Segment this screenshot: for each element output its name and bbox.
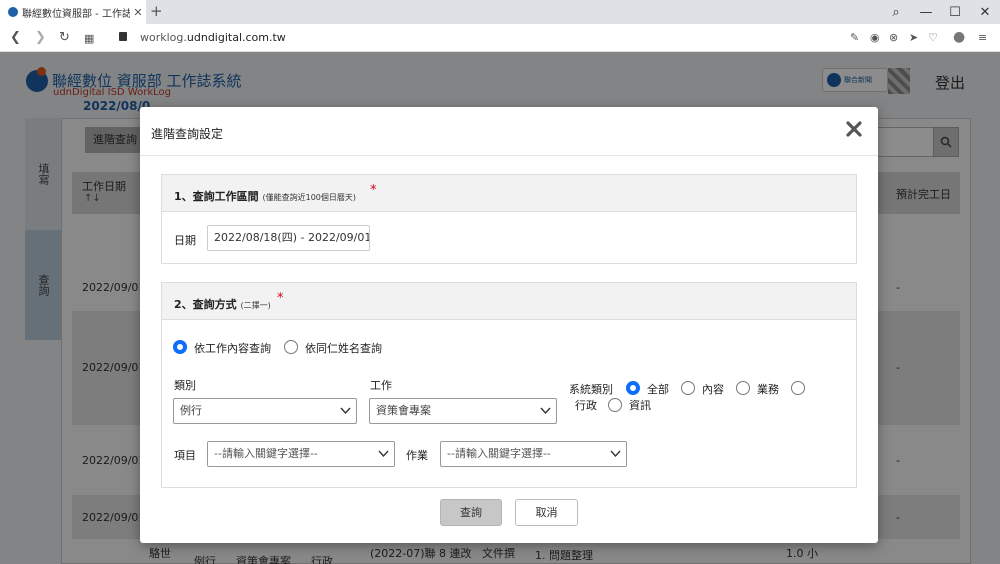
system-category-label: 系統類別 [569,383,613,396]
category-select-value: 例行 [180,404,202,417]
url-prefix: worklog. [140,31,187,44]
item-select-placeholder: --請輸入關鍵字選擇-- [214,447,318,460]
section-date-range-title: 1、查詢工作區間 (僅能查詢近100個日曆天) [174,188,356,204]
edit-icon[interactable]: ✎ [850,31,859,44]
chevron-down-icon [340,407,351,415]
site-favicon-icon [8,7,18,17]
date-label: 日期 [174,234,196,247]
radio-system-business[interactable] [736,381,750,395]
maximize-icon[interactable]: ☐ [940,0,970,24]
section-query-mode-header: 2、查詢方式 (二擇一) * [162,283,856,320]
radio-by-name[interactable] [284,340,298,354]
radio-system-it[interactable] [608,398,622,412]
work-select[interactable]: 資策會專案 [369,398,557,424]
radio-system-it-label[interactable]: 資訊 [629,397,651,413]
advanced-query-modal: 進階查詢設定 1、查詢工作區間 (僅能查詢近100個日曆天) * 日期 2022… [140,107,878,543]
section-query-mode: 2、查詢方式 (二擇一) * 依工作內容查詢 依同仁姓名查詢 類別 例行 工作 … [161,282,857,488]
browser-tab-bar: 聯經數位資服部 - 工作誌 ✕ + ⌕ — ☐ ✕ [0,0,1000,24]
work-label: 工作 [370,379,392,392]
tab-close-icon[interactable]: ✕ [130,6,146,19]
radio-by-content-label[interactable]: 依工作內容查詢 [194,340,271,356]
window-close-icon[interactable]: ✕ [970,0,1000,24]
new-tab-icon[interactable]: + [150,2,163,20]
radio-system-admin-label[interactable]: 行政 [575,397,597,413]
modal-close-icon[interactable] [845,120,863,138]
chevron-down-icon [540,407,551,415]
category-label: 類別 [174,379,196,392]
cancel-button[interactable]: 取消 [515,499,578,526]
task-label: 作業 [406,449,428,462]
work-select-value: 資策會專案 [376,404,431,417]
modal-title: 進階查詢設定 [151,127,224,141]
section-date-range: 1、查詢工作區間 (僅能查詢近100個日曆天) * 日期 2022/08/18(… [161,174,857,264]
category-select[interactable]: 例行 [173,398,357,424]
back-icon[interactable]: ❮ [10,30,21,45]
required-mark: * [370,183,377,198]
address-bar: ❮ ❯ ↻ ▦ worklog.udndigital.com.tw ✎ ◉ ⊗ … [0,24,1000,52]
radio-system-all[interactable] [626,381,640,395]
chevron-down-icon [378,450,389,458]
apps-grid-icon[interactable]: ▦ [84,32,94,45]
required-mark: * [277,291,284,306]
lock-icon[interactable] [119,32,127,41]
radio-system-content-label[interactable]: 內容 [702,381,724,397]
reload-icon[interactable]: ↻ [59,30,70,45]
radio-system-content[interactable] [681,381,695,395]
task-select[interactable]: --請輸入關鍵字選擇-- [440,441,627,467]
send-icon[interactable]: ➤ [909,31,918,44]
query-button[interactable]: 查詢 [440,499,502,526]
browser-tab[interactable]: 聯經數位資服部 - 工作誌 ✕ [0,0,146,24]
screenshot-icon[interactable]: ◉ [870,31,880,44]
url-domain: udndigital.com.tw [186,31,286,44]
item-select[interactable]: --請輸入關鍵字選擇-- [207,441,395,467]
forward-icon[interactable]: ❯ [35,30,46,45]
minimize-icon[interactable]: — [911,0,941,24]
browser-tab-title: 聯經數位資服部 - 工作誌 [22,8,130,20]
extension-icon[interactable]: ⊗ [889,31,898,44]
task-select-placeholder: --請輸入關鍵字選擇-- [447,447,551,460]
url-field[interactable]: worklog.udndigital.com.tw [140,31,286,44]
modal-header: 進階查詢設定 [140,107,878,156]
favorite-heart-icon[interactable]: ♡ [928,31,938,44]
item-label: 項目 [174,449,196,462]
section-date-range-note: (僅能查詢近100個日曆天) [262,193,357,202]
radio-system-admin[interactable] [791,381,805,395]
profile-avatar-icon[interactable]: ● [953,29,965,45]
radio-system-all-label[interactable]: 全部 [647,381,669,397]
browser-search-icon[interactable]: ⌕ [881,0,911,24]
section-query-mode-note: (二擇一) [240,301,271,310]
section-date-range-title-text: 1、查詢工作區間 [174,190,259,203]
radio-system-business-label[interactable]: 業務 [757,381,779,397]
section-date-range-header: 1、查詢工作區間 (僅能查詢近100個日曆天) * [162,175,856,212]
browser-menu-icon[interactable]: ≡ [978,31,987,44]
section-query-mode-title: 2、查詢方式 (二擇一) [174,296,271,312]
chevron-down-icon [610,450,621,458]
radio-by-content[interactable] [173,340,187,354]
section-query-mode-title-text: 2、查詢方式 [174,298,237,311]
radio-by-name-label[interactable]: 依同仁姓名查詢 [305,340,382,356]
date-range-input[interactable]: 2022/08/18(四) - 2022/09/01(四) [207,225,370,251]
